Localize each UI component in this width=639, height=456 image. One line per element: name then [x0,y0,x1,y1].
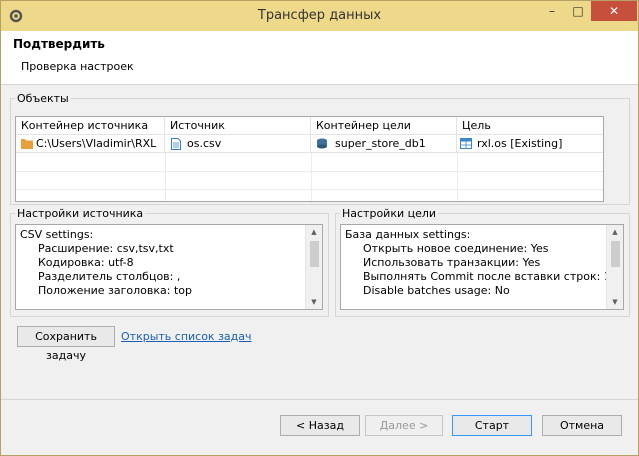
wizard-header: Подтвердить Проверка настроек [1,31,638,85]
cancel-button[interactable]: Отмена [542,415,622,436]
column-header-source[interactable]: Источник [165,117,311,135]
source-container-cell[interactable]: C:\Users\Vladimir\RXL [16,135,165,153]
title-bar: Трансфер данных – □ ✕ [1,1,638,31]
table-gridline [311,153,312,201]
objects-table[interactable]: Контейнер источника Источник Контейнер ц… [15,116,604,202]
minimize-button[interactable]: – [539,1,565,21]
table-gridline [165,153,166,201]
scroll-down-icon[interactable]: ▼ [306,295,322,309]
target-settings-label: Настройки цели [340,207,439,220]
table-icon [460,138,472,149]
column-header-source-container[interactable]: Контейнер источника [16,117,165,135]
settings-line: Использовать транзакции: Yes [363,256,541,269]
target-text: rxl.os [Existing] [477,137,563,150]
file-icon [171,138,181,150]
table-gridline [16,189,603,190]
scroll-up-icon[interactable]: ▲ [607,225,623,239]
back-button[interactable]: < Назад [280,415,360,436]
page-subtitle: Проверка настроек [21,60,134,73]
settings-line: Разделитель столбцов: , [38,270,181,283]
folder-icon [21,139,33,149]
source-cell[interactable]: os.csv [165,135,311,153]
target-settings-text[interactable]: База данных settings: Открыть новое соед… [340,224,624,310]
settings-line: CSV settings: [20,228,94,241]
column-header-target[interactable]: Цель [457,117,603,135]
table-row[interactable]: C:\Users\Vladimir\RXL os.csv super_store… [16,135,603,153]
source-container-text: C:\Users\Vladimir\RXL [36,137,157,150]
objects-group: Объекты Контейнер источника Источник Кон… [10,92,630,205]
database-icon [317,138,327,149]
column-header-target-container[interactable]: Контейнер цели [311,117,457,135]
source-settings-group: Настройки источника CSV settings: Расшир… [10,207,329,317]
settings-line: Положение заголовка: top [38,284,192,297]
settings-line: Disable batches usage: No [363,284,510,297]
source-settings-label: Настройки источника [15,207,146,220]
source-settings-text[interactable]: CSV settings: Расширение: csv,tsv,txt Ко… [15,224,323,310]
source-text: os.csv [187,137,222,150]
settings-line: Расширение: csv,tsv,txt [38,242,174,255]
settings-line: Кодировка: utf-8 [38,256,134,269]
page-title: Подтвердить [13,37,105,51]
vertical-scrollbar[interactable]: ▲ ▼ [305,225,322,309]
target-cell[interactable]: rxl.os [Existing] [457,135,603,153]
target-container-text: super_store_db1 [335,137,426,150]
scroll-up-icon[interactable]: ▲ [306,225,322,239]
settings-line: Открыть новое соединение: Yes [363,242,549,255]
open-task-list-link[interactable]: Открыть список задач [121,330,252,343]
footer-divider [1,399,638,400]
vertical-scrollbar[interactable]: ▲ ▼ [606,225,623,309]
objects-group-label: Объекты [15,92,71,105]
settings-line: Выполнять Commit после вставки строк: 10… [363,270,624,283]
scroll-thumb[interactable] [310,241,319,267]
dialog-window: Трансфер данных – □ ✕ Подтвердить Провер… [0,0,639,456]
settings-line: База данных settings: [345,228,471,241]
scroll-down-icon[interactable]: ▼ [607,295,623,309]
target-settings-group: Настройки цели База данных settings: Отк… [335,207,630,317]
next-button[interactable]: Далее > [365,415,443,436]
target-container-cell[interactable]: super_store_db1 [311,135,457,153]
start-button[interactable]: Старт [452,415,532,436]
table-gridline [457,153,458,201]
save-task-button[interactable]: Сохранить задачу [17,326,115,362]
maximize-button[interactable]: □ [565,1,591,21]
table-gridline [16,171,603,172]
close-button[interactable]: ✕ [591,1,637,21]
scroll-thumb[interactable] [611,241,620,267]
